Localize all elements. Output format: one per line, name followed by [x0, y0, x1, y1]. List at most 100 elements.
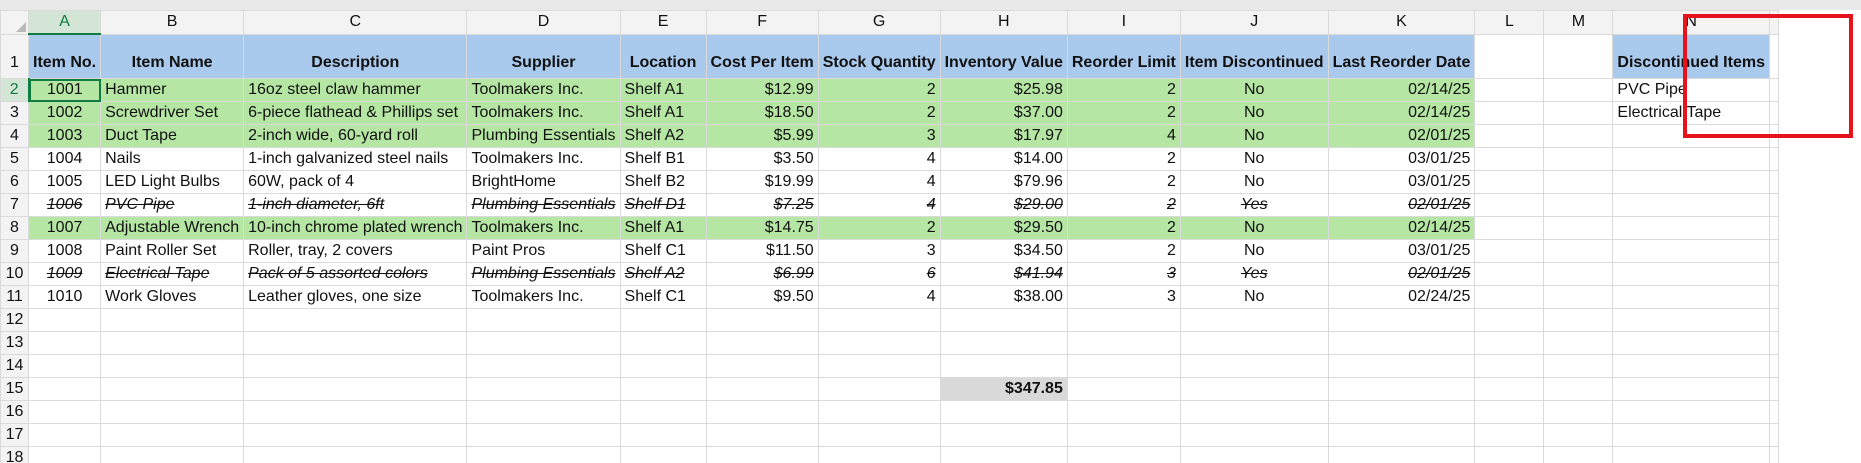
cell-c4[interactable]: 2-inch wide, 60-yard roll [243, 124, 468, 148]
cell-e2[interactable]: Shelf A1 [619, 78, 707, 102]
cell-i3[interactable]: 2 [1066, 101, 1181, 125]
empty-cell[interactable] [466, 377, 621, 401]
empty-cell[interactable] [1474, 101, 1545, 125]
empty-cell[interactable] [1612, 239, 1770, 263]
header-cell-a[interactable]: Item No. [27, 33, 102, 79]
cell-i10[interactable]: 3 [1066, 262, 1181, 286]
cell-i2[interactable]: 2 [1066, 78, 1181, 102]
empty-cell[interactable] [1179, 308, 1329, 332]
cell-f11[interactable]: $9.50 [705, 285, 819, 309]
empty-cell[interactable] [27, 446, 102, 463]
empty-cell[interactable] [1768, 147, 1779, 171]
column-header-k[interactable]: K [1327, 10, 1476, 35]
empty-cell[interactable] [619, 331, 707, 355]
empty-cell[interactable] [27, 308, 102, 332]
row-header-3[interactable]: 3 [0, 101, 29, 125]
empty-cell[interactable] [1327, 446, 1476, 463]
select-all-corner[interactable] [0, 10, 29, 35]
row-header-12[interactable]: 12 [0, 308, 29, 332]
cell-i9[interactable]: 2 [1066, 239, 1181, 263]
empty-cell[interactable] [1474, 285, 1545, 309]
discontinued-item[interactable]: Electrical Tape [1612, 101, 1770, 125]
header-cell-d[interactable]: Supplier [466, 33, 621, 79]
cell-e4[interactable]: Shelf A2 [619, 124, 707, 148]
empty-cell[interactable] [1474, 170, 1545, 194]
empty-cell[interactable] [1543, 354, 1614, 378]
empty-cell[interactable] [1612, 308, 1770, 332]
cell-a7[interactable]: 1006 [27, 193, 102, 217]
cell-b2[interactable]: Hammer [100, 78, 245, 102]
header-cell-e[interactable]: Location [619, 33, 707, 79]
empty-cell[interactable] [466, 354, 621, 378]
empty-cell[interactable] [1066, 423, 1181, 447]
empty-cell[interactable] [1474, 239, 1545, 263]
row-header-8[interactable]: 8 [0, 216, 29, 240]
cell-j10[interactable]: Yes [1179, 262, 1329, 286]
empty-cell[interactable] [1327, 400, 1476, 424]
cell-i8[interactable]: 2 [1066, 216, 1181, 240]
empty-cell[interactable] [1768, 33, 1779, 79]
empty-cell[interactable] [1066, 400, 1181, 424]
cell-b4[interactable]: Duct Tape [100, 124, 245, 148]
cell-c5[interactable]: 1-inch galvanized steel nails [243, 147, 468, 171]
empty-cell[interactable] [1612, 262, 1770, 286]
cell-a10[interactable]: 1009 [27, 262, 102, 286]
empty-cell[interactable] [1179, 331, 1329, 355]
empty-cell[interactable] [1474, 446, 1545, 463]
empty-cell[interactable] [705, 308, 819, 332]
empty-cell[interactable] [1612, 216, 1770, 240]
empty-cell[interactable] [619, 446, 707, 463]
column-header-d[interactable]: D [466, 10, 621, 35]
cell-b6[interactable]: LED Light Bulbs [100, 170, 245, 194]
column-header-m[interactable]: M [1543, 10, 1614, 35]
empty-cell[interactable] [1474, 124, 1545, 148]
cell-j4[interactable]: No [1179, 124, 1329, 148]
cell-k4[interactable]: 02/01/25 [1327, 124, 1476, 148]
empty-cell[interactable] [1474, 400, 1545, 424]
cell-a6[interactable]: 1005 [27, 170, 102, 194]
cell-g9[interactable]: 3 [817, 239, 941, 263]
empty-cell[interactable] [100, 331, 245, 355]
empty-cell[interactable] [1768, 239, 1779, 263]
empty-cell[interactable] [466, 423, 621, 447]
empty-cell[interactable] [1543, 377, 1614, 401]
cell-g6[interactable]: 4 [817, 170, 941, 194]
header-cell-h[interactable]: Inventory Value [939, 33, 1068, 79]
empty-cell[interactable] [705, 423, 819, 447]
column-header-b[interactable]: B [100, 10, 245, 35]
cell-f4[interactable]: $5.99 [705, 124, 819, 148]
cell-b10[interactable]: Electrical Tape [100, 262, 245, 286]
cell-i4[interactable]: 4 [1066, 124, 1181, 148]
empty-cell[interactable] [1543, 308, 1614, 332]
cell-c3[interactable]: 6-piece flathead & Phillips set [243, 101, 468, 125]
cell-k8[interactable]: 02/14/25 [1327, 216, 1476, 240]
empty-cell[interactable] [1474, 354, 1545, 378]
empty-cell[interactable] [1543, 216, 1614, 240]
cell-f5[interactable]: $3.50 [705, 147, 819, 171]
empty-cell[interactable] [1768, 331, 1779, 355]
cell-e7[interactable]: Shelf D1 [619, 193, 707, 217]
empty-cell[interactable] [1768, 262, 1779, 286]
discontinued-item[interactable]: PVC Pipe [1612, 78, 1770, 102]
empty-cell[interactable] [939, 308, 1068, 332]
empty-cell[interactable] [466, 400, 621, 424]
row-header-17[interactable]: 17 [0, 423, 29, 447]
cell-i7[interactable]: 2 [1066, 193, 1181, 217]
cell-h10[interactable]: $41.94 [939, 262, 1068, 286]
empty-cell[interactable] [1543, 78, 1614, 102]
empty-cell[interactable] [243, 400, 468, 424]
cell-g3[interactable]: 2 [817, 101, 941, 125]
empty-cell[interactable] [705, 377, 819, 401]
header-cell-j[interactable]: Item Discontinued [1179, 33, 1329, 79]
cell-k10[interactable]: 02/01/25 [1327, 262, 1476, 286]
cell-h11[interactable]: $38.00 [939, 285, 1068, 309]
cell-f9[interactable]: $11.50 [705, 239, 819, 263]
empty-cell[interactable] [100, 377, 245, 401]
cell-j2[interactable]: No [1179, 78, 1329, 102]
empty-cell[interactable] [1543, 147, 1614, 171]
row-header-2[interactable]: 2 [0, 78, 30, 102]
empty-cell[interactable] [243, 331, 468, 355]
empty-cell[interactable] [817, 377, 941, 401]
empty-cell[interactable] [1543, 331, 1614, 355]
header-cell-f[interactable]: Cost Per Item [705, 33, 819, 79]
